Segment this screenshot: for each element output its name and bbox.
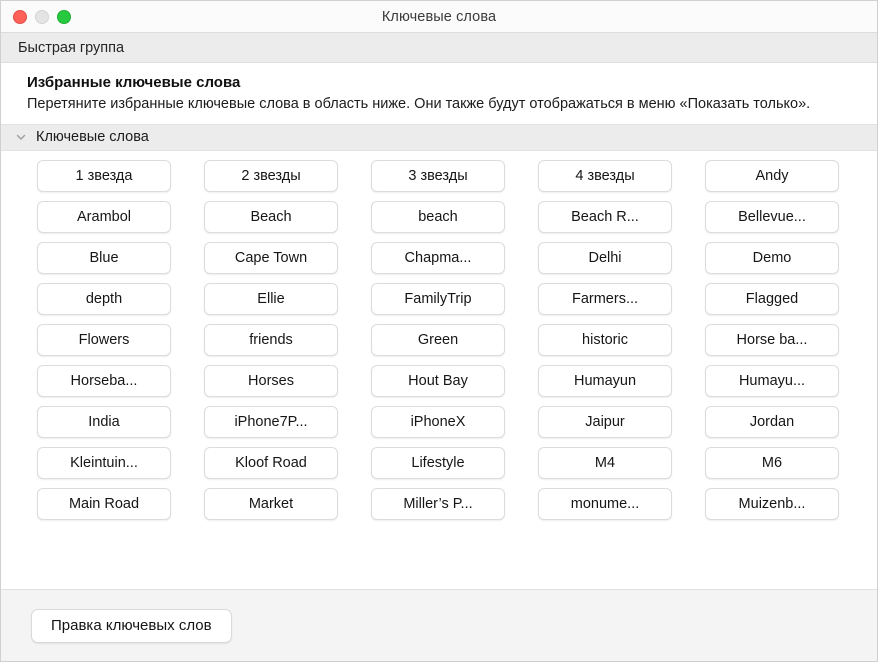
keyword-chip[interactable]: Beach xyxy=(204,200,338,233)
maximize-button[interactable] xyxy=(57,9,71,24)
keyword-chip[interactable]: India xyxy=(37,405,171,438)
keyword-chip[interactable]: Bellevue... xyxy=(705,200,839,233)
keyword-chip[interactable]: Blue xyxy=(37,241,171,274)
window-title: Ключевые слова xyxy=(381,8,497,25)
keyword-chip[interactable]: Main Road xyxy=(37,487,171,520)
keyword-chip[interactable]: friends xyxy=(204,323,338,356)
keyword-chip[interactable]: Humayu... xyxy=(705,364,839,397)
keyword-chip[interactable]: Ellie xyxy=(204,282,338,315)
keyword-chip[interactable]: 1 звезда xyxy=(37,159,171,192)
favorites-section: Избранные ключевые слова Перетяните избр… xyxy=(1,63,877,124)
keyword-chip[interactable]: Humayun xyxy=(538,364,672,397)
keyword-chip[interactable]: Arambol xyxy=(37,200,171,233)
keyword-chip[interactable]: Demo xyxy=(705,241,839,274)
keyword-chip[interactable]: iPhoneX xyxy=(371,405,505,438)
keyword-chip[interactable]: FamilyTrip xyxy=(371,282,505,315)
keyword-chip[interactable]: Flagged xyxy=(705,282,839,315)
quick-group-bar[interactable]: Быстрая группа xyxy=(1,33,877,63)
keyword-chip[interactable]: 4 звезды xyxy=(538,159,672,192)
keyword-chip[interactable]: Horse ba... xyxy=(705,323,839,356)
keyword-chip[interactable]: Muizenb... xyxy=(705,487,839,520)
edit-keywords-button[interactable]: Правка ключевых слов xyxy=(31,608,232,643)
keywords-window: Ключевые слова Быстрая группа Избранные … xyxy=(0,0,878,662)
keyword-chip[interactable]: Farmers... xyxy=(538,282,672,315)
keyword-chip[interactable]: Horses xyxy=(204,364,338,397)
keyword-chip[interactable]: beach xyxy=(371,200,505,233)
keyword-chip[interactable]: iPhone7P... xyxy=(204,405,338,438)
keyword-chip[interactable]: monume... xyxy=(538,487,672,520)
keyword-chip[interactable]: Green xyxy=(371,323,505,356)
keyword-chip[interactable]: Kloof Road xyxy=(204,446,338,479)
keyword-chip[interactable]: 3 звезды xyxy=(371,159,505,192)
keyword-chip[interactable]: depth xyxy=(37,282,171,315)
keyword-chip[interactable]: Jaipur xyxy=(538,405,672,438)
keywords-grid: 1 звезда 2 звезды 3 звезды 4 звезды Andy Aram… xyxy=(1,159,877,520)
keyword-chip[interactable]: Cape Town xyxy=(204,241,338,274)
keyword-chip[interactable]: Kleintuin... xyxy=(37,446,171,479)
minimize-button[interactable] xyxy=(35,9,49,24)
traffic-light-group xyxy=(13,1,71,32)
title-bar: Ключевые слова xyxy=(1,1,877,33)
footer-bar: Правка ключевых слов xyxy=(1,589,877,661)
keywords-section-label: Ключевые слова xyxy=(36,129,149,145)
keyword-chip[interactable]: Jordan xyxy=(705,405,839,438)
keyword-chip[interactable]: Hout Bay xyxy=(371,364,505,397)
favorites-heading: Избранные ключевые слова xyxy=(27,74,241,91)
keywords-grid-area: 1 звезда 2 звезды 3 звезды 4 звезды Andy Aram… xyxy=(1,150,877,589)
keywords-section-header[interactable]: Ключевые слова xyxy=(1,123,877,151)
keyword-chip[interactable]: historic xyxy=(538,323,672,356)
keyword-chip[interactable]: Miller’s P... xyxy=(371,487,505,520)
chevron-down-icon[interactable] xyxy=(15,131,27,143)
keyword-chip[interactable]: Lifestyle xyxy=(371,446,505,479)
keyword-chip[interactable]: Andy xyxy=(705,159,839,192)
favorites-description: Перетяните избранные ключевые слова в об… xyxy=(27,96,811,112)
keyword-chip[interactable]: Chapma... xyxy=(371,241,505,274)
keyword-chip[interactable]: M6 xyxy=(705,446,839,479)
keyword-chip[interactable]: Beach R... xyxy=(538,200,672,233)
keyword-chip[interactable]: 2 звезды xyxy=(204,159,338,192)
keyword-chip[interactable]: Delhi xyxy=(538,241,672,274)
keyword-chip[interactable]: Flowers xyxy=(37,323,171,356)
close-button[interactable] xyxy=(13,9,27,24)
keyword-chip[interactable]: Horseba... xyxy=(37,364,171,397)
quick-group-label: Быстрая группа xyxy=(18,39,125,56)
keyword-chip[interactable]: M4 xyxy=(538,446,672,479)
keyword-chip[interactable]: Market xyxy=(204,487,338,520)
